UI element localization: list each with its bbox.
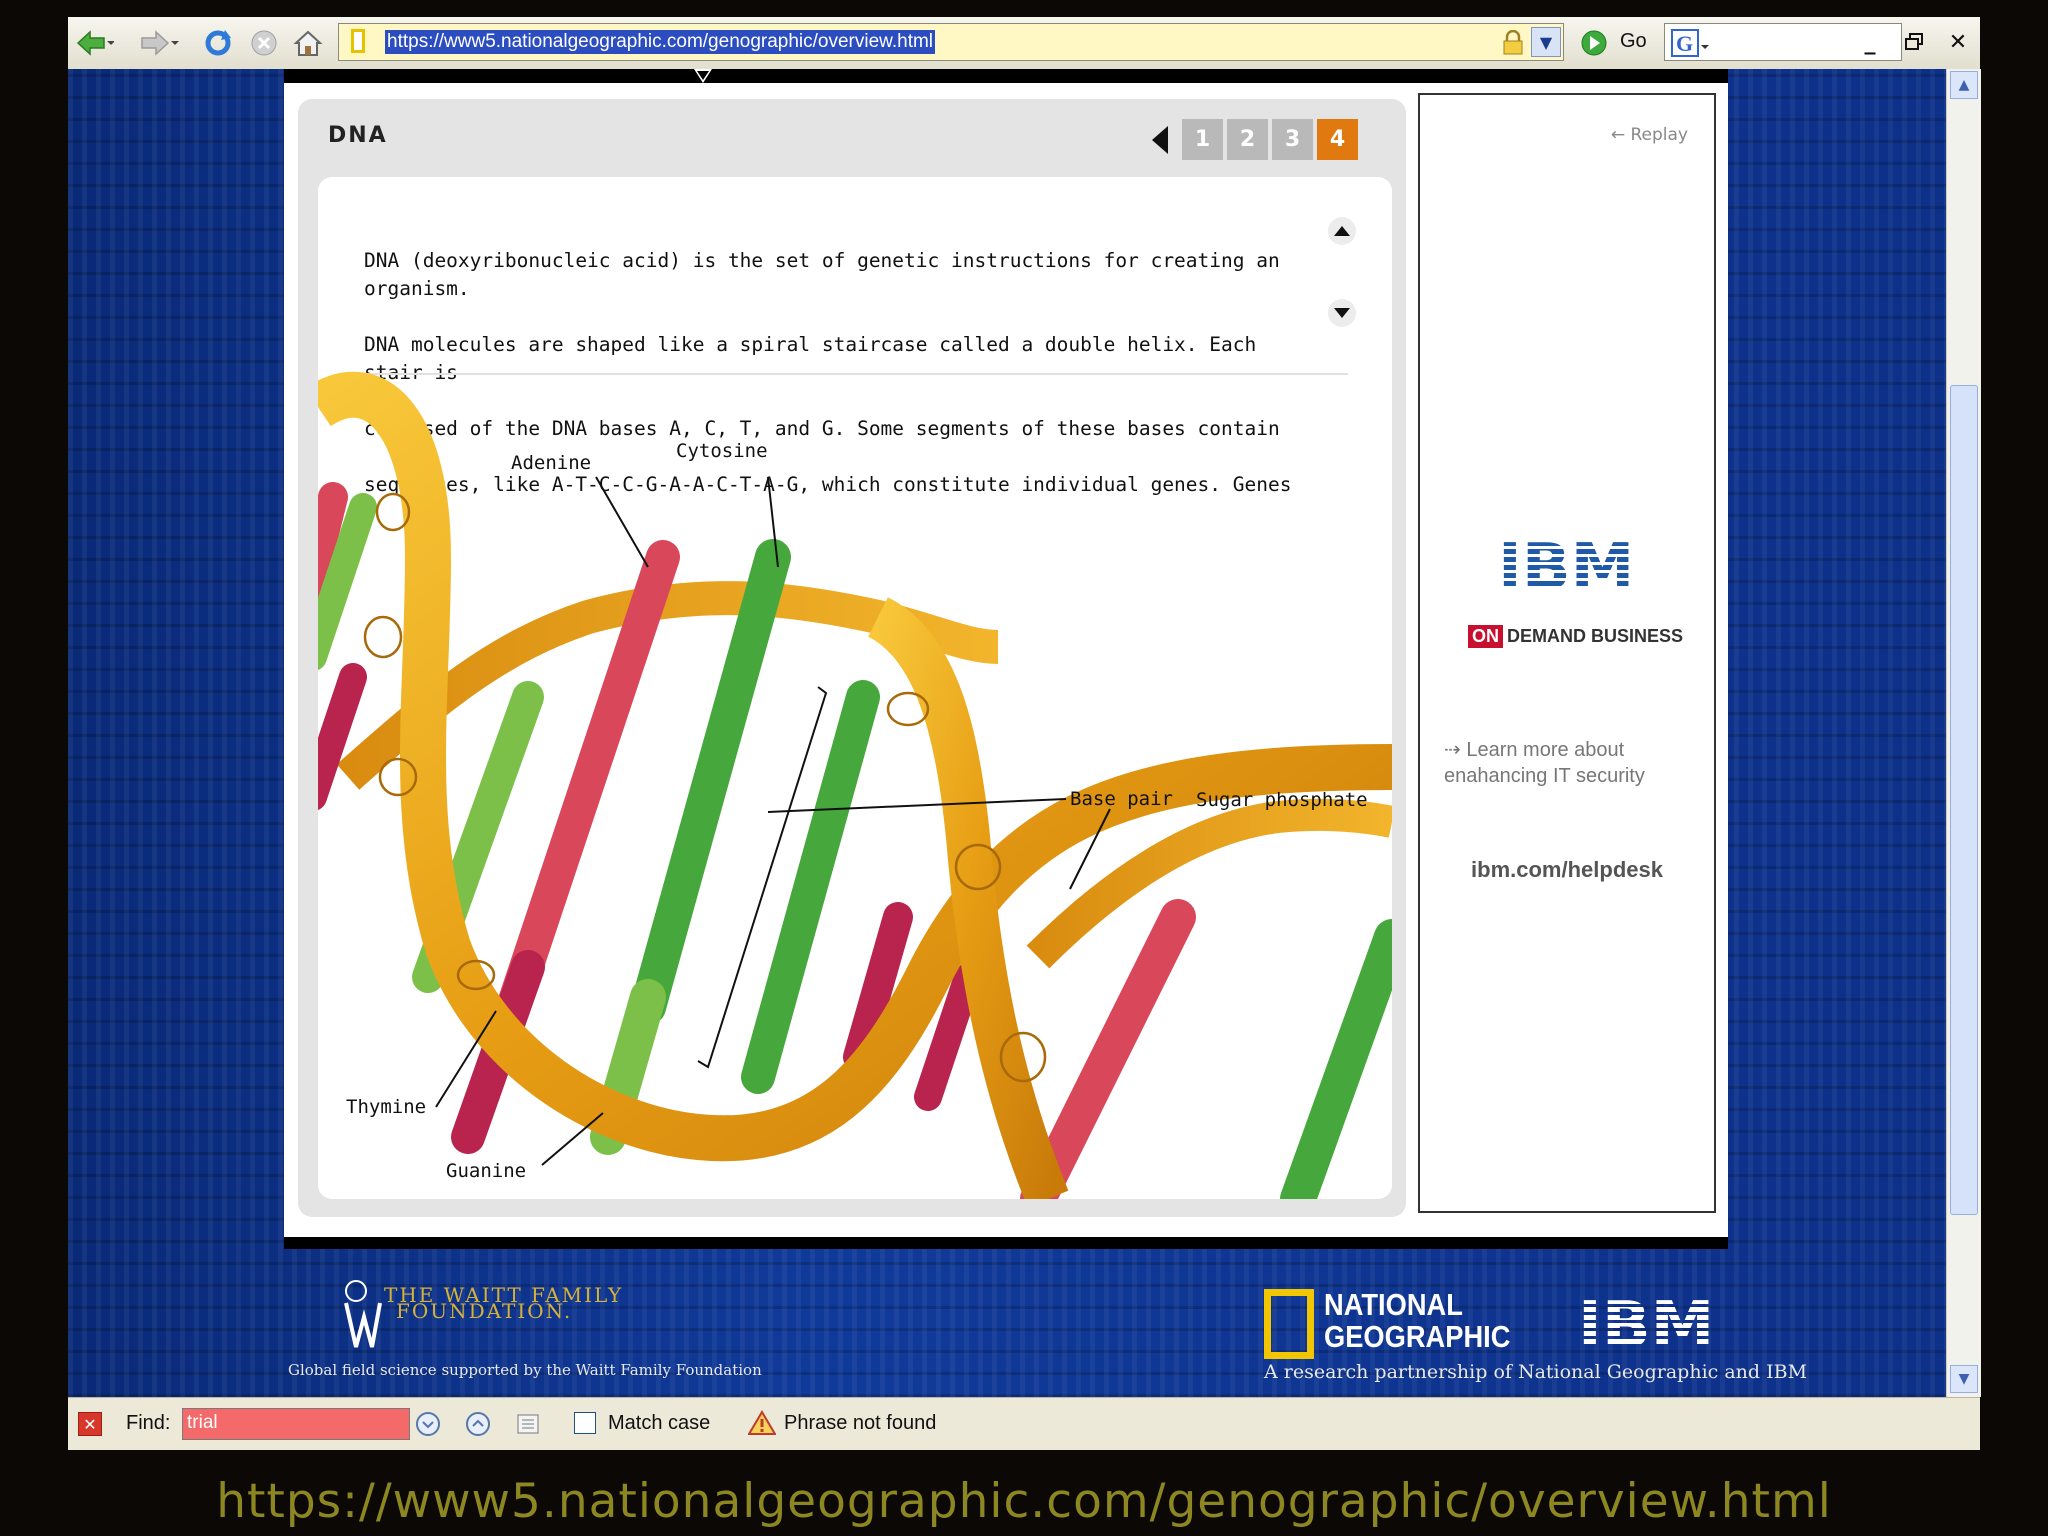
close-find-bar-button[interactable]: ✕ — [78, 1412, 102, 1436]
address-bar[interactable]: https://www5.nationalgeographic.com/geno… — [338, 23, 1564, 61]
waitt-tagline: Global field science supported by the Wa… — [288, 1361, 762, 1379]
national-geographic-logo-icon — [1264, 1289, 1314, 1359]
content-area: DNA 1 2 3 4 DNA (deoxyribonucleic acid) … — [284, 83, 1728, 1237]
restore-button[interactable] — [1898, 25, 1930, 59]
ibm-advertisement[interactable]: ← Replay IBM ON DEMAND BUSINESS ⇢ Learn … — [1418, 93, 1716, 1213]
adenine-rod — [1020, 899, 1196, 1199]
ibm-logo-icon: IBM — [1498, 533, 1634, 593]
replay-link[interactable]: ← Replay — [1611, 125, 1688, 145]
window-controls: _ ✕ — [1854, 25, 1974, 59]
cytosine-label: Cytosine — [676, 440, 768, 462]
svg-text:G: G — [1676, 31, 1693, 56]
lock-icon — [1503, 30, 1523, 55]
navigation-toolbar: https://www5.nationalgeographic.com/geno… — [68, 17, 1980, 70]
arrow-icon: ⇢ — [1444, 739, 1467, 761]
genographic-page: DNA 1 2 3 4 DNA (deoxyribonucleic acid) … — [284, 69, 1728, 1249]
stop-button[interactable] — [246, 25, 282, 61]
cytosine-rod — [630, 539, 791, 1025]
scroll-down-arrow[interactable]: ▼ — [1950, 1365, 1978, 1393]
ibm-logo-text: IBM — [1498, 533, 1634, 593]
thymine-label: Thymine — [346, 1096, 426, 1118]
page-navigator: 1 2 3 4 — [1152, 119, 1358, 160]
page-viewport: DNA 1 2 3 4 DNA (deoxyribonucleic acid) … — [68, 69, 1946, 1397]
page-button-3[interactable]: 3 — [1272, 119, 1313, 160]
home-icon — [293, 30, 323, 56]
reload-button[interactable] — [200, 25, 236, 61]
section-title: DNA — [328, 123, 388, 148]
url-caption: https://www5.nationalgeographic.com/geno… — [216, 1474, 1832, 1529]
find-next-button[interactable] — [414, 1410, 442, 1438]
sugar-phosphate-label: Sugar phosphate — [1196, 789, 1368, 811]
forward-button[interactable] — [138, 25, 182, 61]
cytosine-rod — [741, 680, 880, 1094]
scrollbar-thumb[interactable] — [1950, 385, 1978, 1215]
ibm-helpdesk-link[interactable]: ibm.com/helpdesk — [1420, 857, 1714, 883]
find-label: Find: — [126, 1412, 171, 1434]
home-button[interactable] — [290, 25, 326, 61]
forward-arrow-icon — [141, 30, 179, 56]
find-input[interactable]: trial — [182, 1408, 410, 1440]
tagline-text: DEMAND BUSINESS — [1507, 626, 1684, 646]
page-button-2[interactable]: 2 — [1227, 119, 1268, 160]
partnership-tagline: A research partnership of National Geogr… — [1264, 1361, 1808, 1383]
learn-more-link[interactable]: ⇢ Learn more about enahancing IT securit… — [1444, 737, 1694, 789]
go-arrow-icon — [1581, 30, 1607, 56]
go-icon-button[interactable] — [1576, 25, 1612, 61]
on-demand-business-tagline: ON DEMAND BUSINESS — [1468, 625, 1683, 648]
find-status-text: Phrase not found — [784, 1412, 937, 1434]
stop-icon — [251, 30, 277, 56]
dna-content-card: DNA (deoxyribonucleic acid) is the set o… — [318, 177, 1392, 1199]
waitt-foundation-name: THE WAITT FAMILY FOUNDATION. — [384, 1283, 624, 1323]
match-case-checkbox[interactable] — [574, 1412, 596, 1434]
go-button[interactable]: Go — [1620, 30, 1647, 53]
page-button-4[interactable]: 4 — [1317, 119, 1358, 160]
find-previous-button[interactable] — [464, 1410, 492, 1438]
address-text[interactable]: https://www5.nationalgeographic.com/geno… — [385, 30, 936, 54]
warning-icon — [748, 1410, 776, 1435]
previous-page-icon[interactable] — [1152, 125, 1168, 154]
highlight-icon — [517, 1414, 539, 1434]
footer-ibm-text: IBM — [1578, 1291, 1714, 1351]
adenine-label: Adenine — [511, 452, 591, 474]
scroll-up-arrow[interactable]: ▲ — [1950, 71, 1978, 99]
restore-icon — [1905, 33, 1923, 50]
sugar-phosphate-back-strand-right — [1026, 798, 1392, 969]
match-case-label[interactable]: Match case — [608, 1412, 710, 1435]
back-button[interactable] — [72, 25, 116, 61]
dna-helix-illustration: Adenine Cytosine Base pair Sugar phospha… — [318, 371, 1392, 1199]
page-favicon-icon — [351, 29, 365, 53]
vertical-scrollbar[interactable]: ▲ ▼ — [1946, 69, 1981, 1397]
highlight-all-button[interactable] — [514, 1410, 542, 1438]
thymine-rod — [318, 663, 367, 810]
back-arrow-icon — [76, 30, 114, 56]
cytosine-rod — [1280, 919, 1392, 1199]
waitt-foundation-logo-icon — [344, 1280, 382, 1348]
base-pair-label: Base pair — [1070, 788, 1173, 810]
google-search-icon: G — [1671, 29, 1709, 57]
browser-window: https://www5.nationalgeographic.com/geno… — [68, 17, 1981, 1450]
find-next-icon — [416, 1412, 440, 1436]
reload-icon — [205, 30, 231, 56]
address-dropdown-button[interactable]: ▼ — [1531, 27, 1561, 57]
dna-panel: DNA 1 2 3 4 DNA (deoxyribonucleic acid) … — [298, 99, 1406, 1217]
minimize-button[interactable]: _ — [1854, 25, 1886, 59]
page-button-1[interactable]: 1 — [1182, 119, 1223, 160]
footer-ibm-logo-icon: IBM — [1578, 1291, 1714, 1351]
on-badge: ON — [1468, 625, 1503, 648]
guanine-label: Guanine — [446, 1160, 526, 1182]
find-previous-icon — [466, 1412, 490, 1436]
find-bar: ✕ Find: trial Match case Phrase not foun… — [68, 1397, 1980, 1450]
close-window-button[interactable]: ✕ — [1942, 25, 1974, 59]
national-geographic-wordmark: NATIONAL GEOGRAPHIC — [1324, 1287, 1511, 1354]
